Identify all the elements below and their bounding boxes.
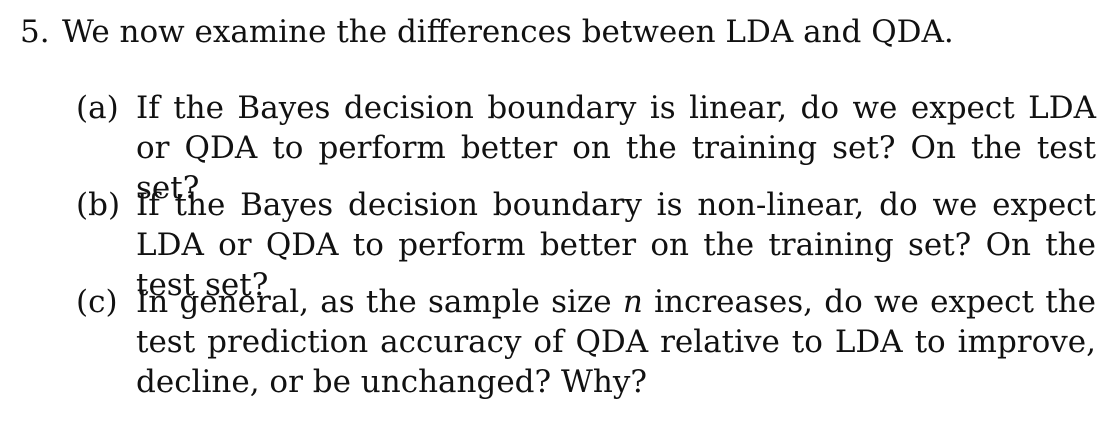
problem-heading: 5. We now examine the differences between… — [20, 10, 954, 54]
subquestion-c: (c) In general, as the sample size n inc… — [76, 282, 1096, 402]
exercise-page: 5. We now examine the differences between… — [0, 0, 1120, 442]
subquestion-text: In general, as the sample size n increas… — [136, 282, 1096, 402]
subquestion-label: (c) — [76, 284, 118, 320]
problem-number: 5. — [20, 14, 50, 50]
math-variable-n: n — [622, 284, 643, 320]
subquestion-text-before: In general, as the sample size — [136, 284, 612, 320]
subquestion-label: (b) — [76, 187, 121, 223]
problem-title: We now examine the differences between L… — [62, 14, 954, 50]
subquestion-label: (a) — [76, 90, 119, 126]
